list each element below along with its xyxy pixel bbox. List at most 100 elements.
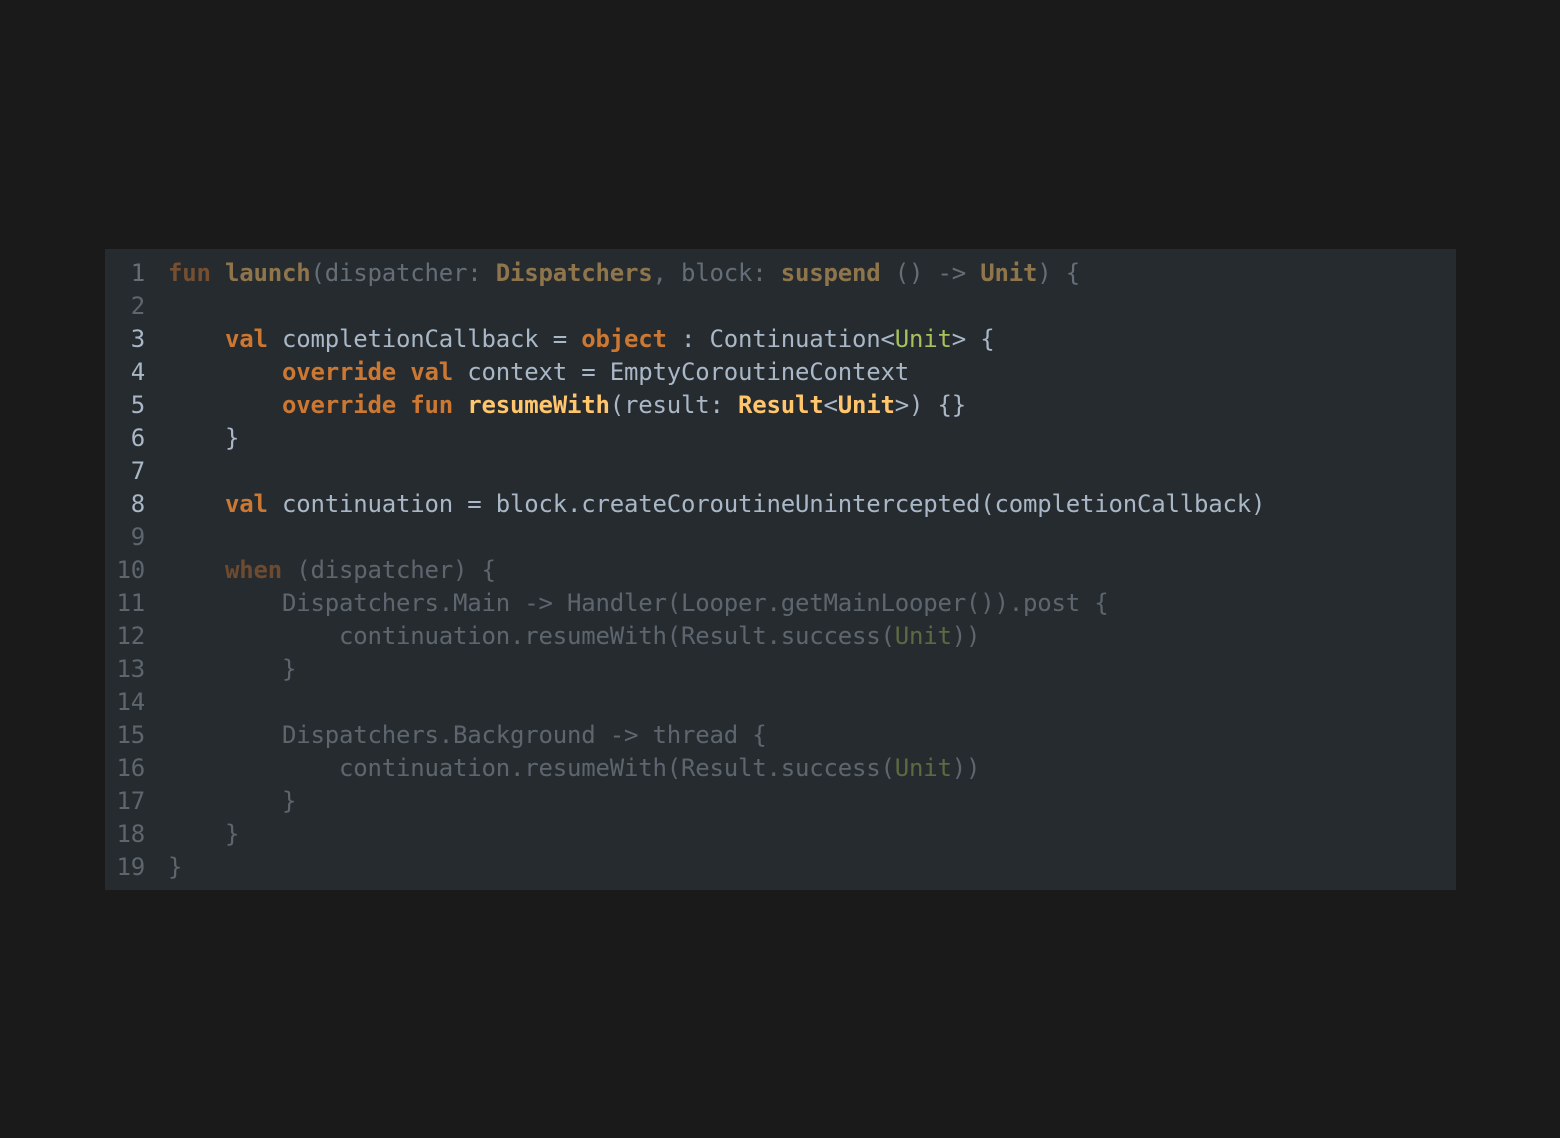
code-line: 19} [105,851,1456,884]
code-token: > { [951,325,995,353]
code-line: 7 [105,455,1456,488]
code-line: 10 when (dispatcher) { [105,554,1456,587]
line-number: 10 [116,556,146,584]
code-line: 18 } [105,818,1456,851]
code-text: val completionCallback = object : Contin… [168,323,995,356]
code-text: Dispatchers.Main -> Handler(Looper.getMa… [168,587,1109,620]
line-number: 14 [116,688,146,716]
code-text: override fun resumeWith(result: Result<U… [168,389,966,422]
line-number: 19 [116,853,146,881]
code-token: Dispatchers [495,259,653,287]
code-token: , block: [652,259,781,287]
code-token: (dispatcher) { [282,556,496,584]
line-number: 1 [130,259,145,287]
code-text: continuation.resumeWith(Result.success(U… [168,620,980,653]
code-token: override [282,358,396,386]
code-line: 8 val continuation = block.createCorouti… [105,488,1456,521]
code-token: continuation.resumeWith(Result.success( [168,622,895,650]
code-token: override [282,391,396,419]
code-text: val continuation = block.createCoroutine… [168,488,1265,521]
code-token: Dispatchers.Background -> thread { [168,721,767,749]
code-line: 14 [105,686,1456,719]
code-token: fun [410,391,453,419]
code-token: Dispatchers.Main -> Handler(Looper.getMa… [168,589,1109,617]
code-token: } [168,853,183,881]
code-token: completionCallback = [267,325,582,353]
code-line: 15 Dispatchers.Background -> thread { [105,719,1456,752]
line-number: 8 [130,490,145,518]
code-token: suspend [780,259,881,287]
line-number: 3 [130,325,145,353]
code-line: 3 val completionCallback = object : Cont… [105,323,1456,356]
code-line: 1 fun launch(dispatcher: Dispatchers, blo… [105,257,1456,290]
code-token: val [410,358,453,386]
code-line: 6 } [105,422,1456,455]
line-number: 15 [116,721,146,749]
code-token: launch [225,259,311,287]
code-text: override val context = EmptyCoroutineCon… [168,356,909,389]
code-line: 17 } [105,785,1456,818]
code-token: Result [738,391,824,419]
code-token: >) {} [894,391,966,419]
code-token: resumeWith [467,391,610,419]
line-number: 18 [116,820,146,848]
line-number: 11 [116,589,146,617]
code-token: < [823,391,838,419]
line-number: 7 [130,457,145,485]
code-text: continuation.resumeWith(Result.success(U… [168,752,980,785]
code-text: } [168,422,239,455]
code-text: } [168,818,239,851]
code-token: continuation.resumeWith(Result.success( [168,754,895,782]
code-text: } [168,653,296,686]
code-token: val [225,490,268,518]
code-token: val [225,325,268,353]
code-line: 16 continuation.resumeWith(Result.succes… [105,752,1456,785]
code-line: 5 override fun resumeWith(result: Result… [105,389,1456,422]
code-token: Unit [894,622,952,650]
code-token: )) [951,754,981,782]
line-number: 2 [130,292,145,320]
code-text: } [168,785,296,818]
code-line: 12 continuation.resumeWith(Result.succes… [105,620,1456,653]
code-token: Unit [980,259,1038,287]
code-token: (dispatcher: [310,259,496,287]
code-line: 9 [105,521,1456,554]
code-token: Unit [837,391,895,419]
line-number: 5 [130,391,145,419]
code-token: continuation = block.createCoroutineUnin… [267,490,1266,518]
code-line: 2 [105,290,1456,323]
line-number: 17 [116,787,146,815]
line-number: 16 [116,754,146,782]
code-token: ) { [1037,259,1080,287]
line-number: 12 [116,622,146,650]
code-token: object [581,325,667,353]
line-number: 6 [130,424,145,452]
code-token: )) [951,622,981,650]
code-token: fun [168,259,211,287]
canvas: 1 fun launch(dispatcher: Dispatchers, blo… [0,0,1560,1138]
code-token: Unit [894,754,952,782]
code-text: fun launch(dispatcher: Dispatchers, bloc… [168,257,1080,290]
code-text: } [168,851,182,884]
code-token: } [168,424,240,452]
line-number: 4 [130,358,145,386]
code-token: () -> [880,259,981,287]
code-token: Unit [894,325,952,353]
code-token: when [225,556,282,584]
code-token: context = EmptyCoroutineContext [453,358,909,386]
line-number: 9 [130,523,145,551]
line-number: 13 [116,655,146,683]
code-text: when (dispatcher) { [168,554,496,587]
code-token: : Continuation< [666,325,895,353]
code-line: 13 } [105,653,1456,686]
code-line: 4 override val context = EmptyCoroutineC… [105,356,1456,389]
